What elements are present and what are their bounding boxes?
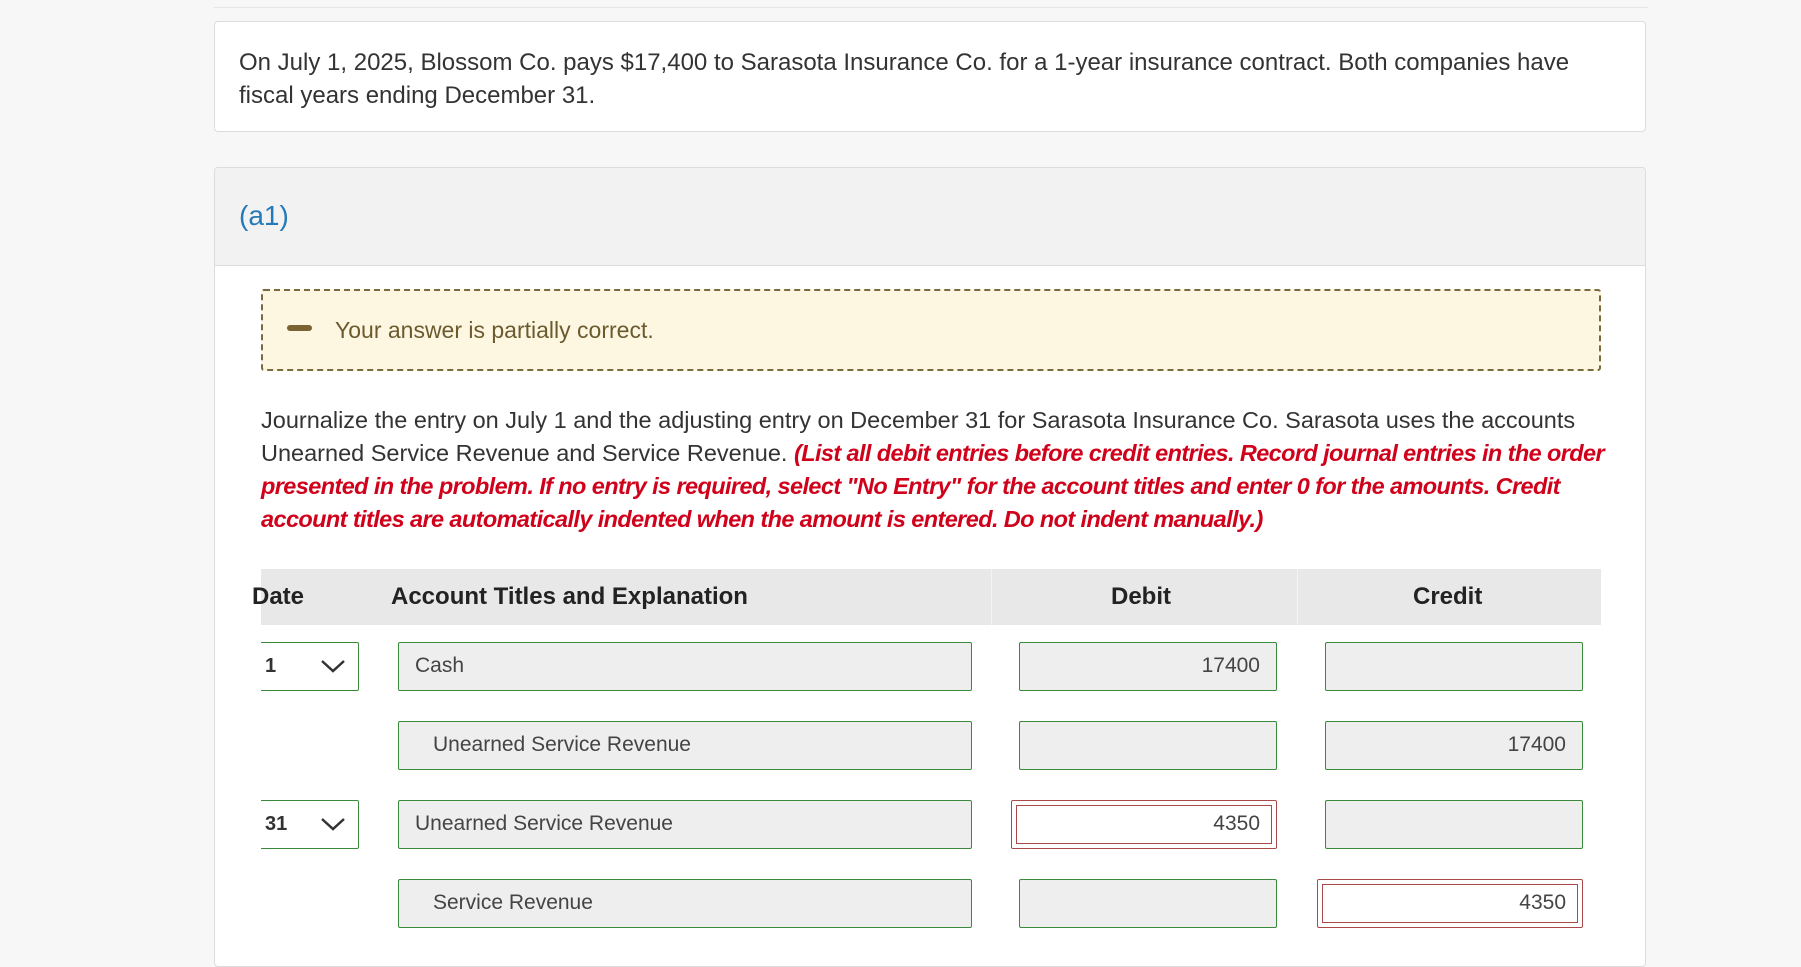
- debit-field[interactable]: 17400: [1019, 642, 1277, 691]
- credit-field[interactable]: 4350: [1317, 879, 1583, 928]
- feedback-text: Your answer is partially correct.: [335, 317, 654, 343]
- chevron-down-icon: [321, 660, 345, 673]
- date-value: 31: [265, 813, 288, 835]
- header-separator: [1297, 569, 1298, 625]
- header-account-titles: Account Titles and Explanation: [391, 583, 748, 610]
- account-title-field[interactable]: Service Revenue: [398, 879, 972, 928]
- header-debit: Debit: [1111, 583, 1171, 610]
- part-header: (a1): [215, 168, 1645, 266]
- chevron-down-icon: [321, 818, 345, 831]
- credit-field[interactable]: 17400: [1325, 721, 1583, 770]
- header-credit: Credit: [1413, 583, 1483, 610]
- credit-field[interactable]: [1325, 642, 1583, 691]
- problem-text: On July 1, 2025, Blossom Co. pays $17,40…: [239, 49, 1570, 109]
- account-title-field[interactable]: Unearned Service Revenue: [398, 721, 972, 770]
- date-select[interactable]: 1: [261, 642, 359, 691]
- account-title-field[interactable]: Unearned Service Revenue: [398, 800, 972, 849]
- journal-table-header: Date Account Titles and Explanation Debi…: [252, 569, 1601, 625]
- credit-field[interactable]: [1325, 800, 1583, 849]
- top-divider: [214, 7, 1648, 8]
- part-label: (a1): [239, 200, 289, 231]
- debit-field[interactable]: [1019, 721, 1277, 770]
- question-part-card: (a1) Your answer is partially correct. J…: [214, 167, 1646, 967]
- debit-field[interactable]: [1019, 879, 1277, 928]
- date-select[interactable]: 31: [261, 800, 359, 849]
- account-title-field[interactable]: Cash: [398, 642, 972, 691]
- instructions: Journalize the entry on July 1 and the a…: [261, 404, 1621, 536]
- feedback-banner: Your answer is partially correct.: [261, 289, 1601, 371]
- header-separator: [991, 569, 992, 625]
- problem-statement-card: On July 1, 2025, Blossom Co. pays $17,40…: [214, 21, 1646, 132]
- date-value: 1: [265, 655, 277, 677]
- partial-correct-icon: [287, 325, 312, 331]
- debit-field[interactable]: 4350: [1011, 800, 1277, 849]
- header-date: Date: [252, 583, 305, 610]
